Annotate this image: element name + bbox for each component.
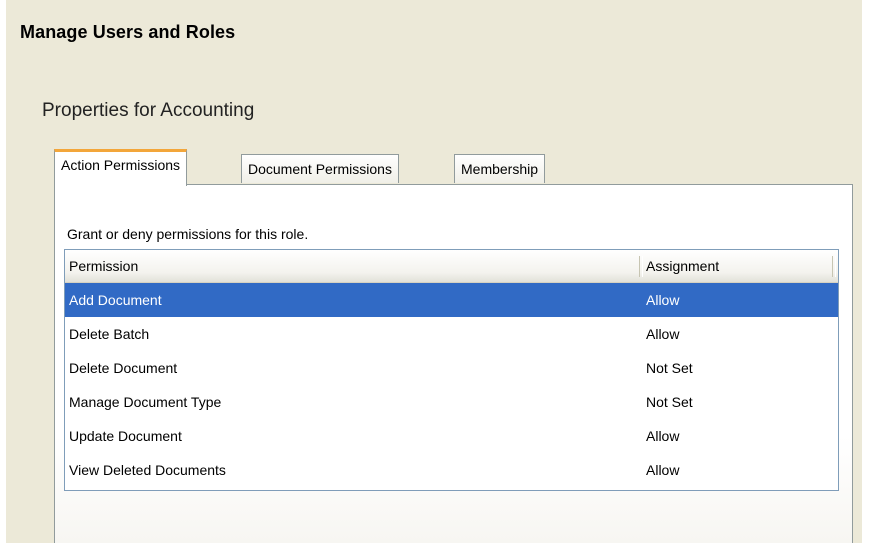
column-divider[interactable] [832,256,836,277]
page: Manage Users and Roles Properties for Ac… [0,0,877,543]
tab-membership[interactable]: Membership [454,154,546,183]
permission-cell: View Deleted Documents [69,462,226,478]
content-pane: Manage Users and Roles Properties for Ac… [6,0,862,543]
table-row[interactable]: Add Document Allow [65,283,838,317]
table-row[interactable]: Delete Document Not Set [65,351,838,385]
assignment-cell: Allow [646,292,680,308]
table-row[interactable]: Update Document Allow [65,419,838,453]
assignment-cell: Not Set [646,394,693,410]
permissions-grid: Permission Assignment Add Document Allow… [64,249,839,491]
permission-cell: Add Document [69,292,162,308]
tab-panel-action-permissions: Grant or deny permissions for this role.… [54,184,853,543]
properties-title: Properties for Accounting [42,100,255,121]
assignment-cell: Allow [646,462,680,478]
column-header-permission[interactable]: Permission [65,250,640,282]
permission-cell: Manage Document Type [69,394,222,410]
assignment-cell: Not Set [646,360,693,376]
page-title: Manage Users and Roles [20,22,236,42]
table-row[interactable]: View Deleted Documents Allow [65,453,838,487]
table-row[interactable]: Manage Document Type Not Set [65,385,838,419]
tab-action-permissions[interactable]: Action Permissions [54,149,188,186]
grid-header: Permission Assignment [65,250,838,283]
permission-cell: Update Document [69,428,182,444]
assignment-cell: Allow [646,428,680,444]
permission-cell: Delete Document [69,360,178,376]
tab-document-permissions[interactable]: Document Permissions [241,154,399,183]
panel-description: Grant or deny permissions for this role. [67,226,309,242]
column-header-assignment[interactable]: Assignment [642,250,832,282]
permission-cell: Delete Batch [69,326,150,342]
table-row[interactable]: Delete Batch Allow [65,317,838,351]
assignment-cell: Allow [646,326,680,342]
